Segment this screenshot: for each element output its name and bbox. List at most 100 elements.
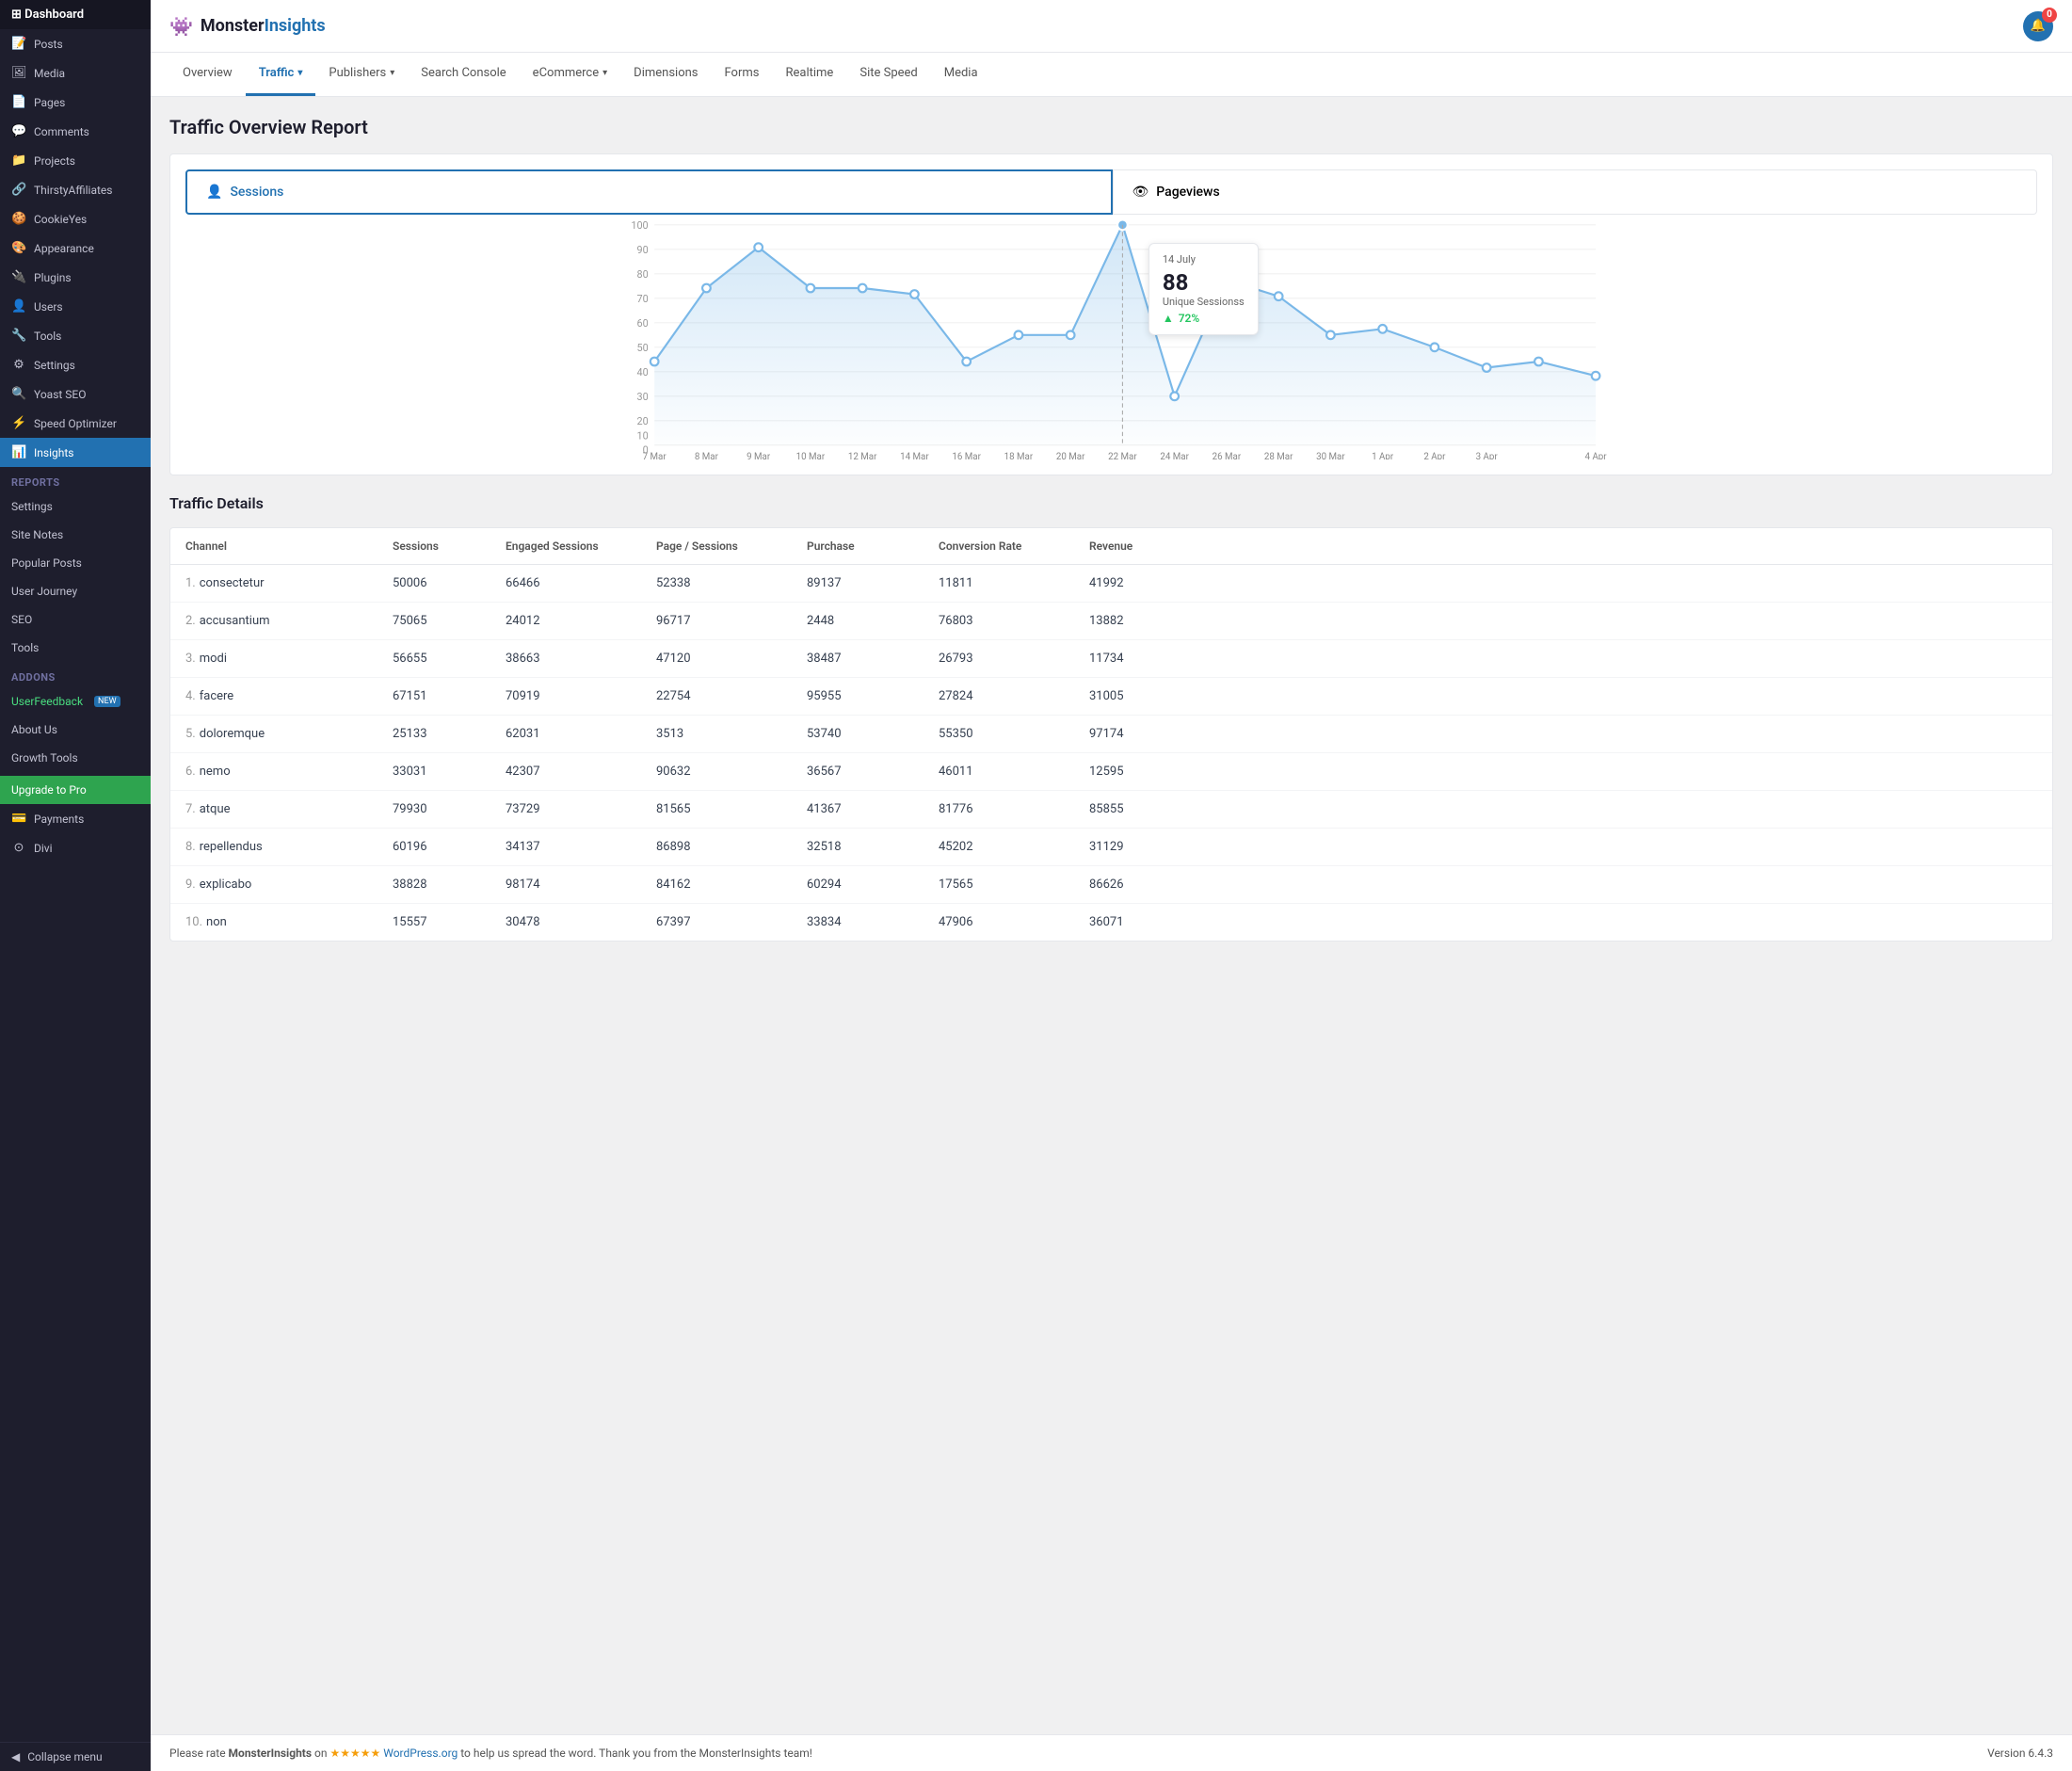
svg-text:30: 30 <box>636 391 648 403</box>
upgrade-button[interactable]: Upgrade to Pro <box>0 776 151 804</box>
tab-searchconsole[interactable]: Search Console <box>408 53 519 96</box>
users-icon: 👤 <box>11 299 26 314</box>
sidebar-item-posts[interactable]: 📝 Posts <box>0 29 151 58</box>
notification-button[interactable]: 🔔 0 <box>2023 11 2053 41</box>
yoastseo-icon: 🔍 <box>11 387 26 401</box>
table-row: 2.accusantium 75065 24012 96717 2448 768… <box>170 603 2052 640</box>
collapse-menu-item[interactable]: ◀ Collapse menu <box>0 1743 151 1771</box>
content-area: Traffic Overview Report 👤 Sessions 👁 Pag… <box>151 97 2072 1734</box>
sidebar-item-payments[interactable]: 💳 Payments <box>0 804 151 833</box>
svg-text:60: 60 <box>636 317 648 330</box>
collapse-icon: ◀ <box>11 1750 20 1763</box>
collapse-menu[interactable]: ◀ Collapse menu <box>0 1742 151 1771</box>
notification-badge: 0 <box>2042 8 2057 23</box>
svg-text:20 Mar: 20 Mar <box>1056 452 1085 459</box>
sidebar-item-media[interactable]: 🖼 Media <box>0 58 151 88</box>
plugins-icon: 🔌 <box>11 270 26 284</box>
svg-text:40: 40 <box>636 366 648 378</box>
tab-publishers[interactable]: Publishers ▾ <box>315 53 408 96</box>
sidebar-item-speedoptimizer[interactable]: ⚡ Speed Optimizer <box>0 409 151 438</box>
sidebar-item-report-tools[interactable]: Tools <box>0 634 151 662</box>
table-row: 1.consectetur 50006 66466 52338 89137 11… <box>170 565 2052 603</box>
svg-text:4 Apr: 4 Apr <box>1585 452 1608 459</box>
pages-icon: 📄 <box>11 95 26 109</box>
tab-dimensions[interactable]: Dimensions <box>620 53 711 96</box>
posts-icon: 📝 <box>11 37 26 51</box>
col-channel: Channel <box>185 539 393 553</box>
sidebar-item-insights[interactable]: 📊 Insights <box>0 438 151 467</box>
svg-text:22 Mar: 22 Mar <box>1108 452 1137 459</box>
sidebar-item-report-settings[interactable]: Settings <box>0 492 151 521</box>
sidebar-item-settings[interactable]: ⚙ Settings <box>0 350 151 379</box>
col-conversion: Conversion Rate <box>939 539 1089 553</box>
speedoptimizer-icon: ⚡ <box>11 416 26 430</box>
sidebar-item-projects[interactable]: 📁 Projects <box>0 146 151 175</box>
divi-icon: ⊙ <box>11 841 26 855</box>
tab-media[interactable]: Media <box>931 53 991 96</box>
traffic-details-section: Traffic Details Channel Sessions Engaged… <box>169 494 2053 942</box>
chart-area: 14 July 88 Unique Sessionss ▲ 72% 100 90… <box>185 215 2037 459</box>
dashboard-icon: ⊞ <box>11 8 22 22</box>
cookieyes-icon: 🍪 <box>11 212 26 226</box>
svg-text:9 Mar: 9 Mar <box>747 452 771 459</box>
svg-text:10: 10 <box>636 429 648 442</box>
tab-ecommerce[interactable]: eCommerce ▾ <box>520 53 620 96</box>
tab-forms[interactable]: Forms <box>712 53 773 96</box>
sidebar-item-tools[interactable]: 🔧 Tools <box>0 321 151 350</box>
logo-text: MonsterInsights <box>201 16 326 36</box>
topbar-right: 🔔 0 <box>2023 11 2053 41</box>
sidebar-item-sitenotes[interactable]: Site Notes <box>0 521 151 549</box>
footer-text: Please rate MonsterInsights on ★★★★★ Wor… <box>169 1747 812 1760</box>
tab-overview[interactable]: Overview <box>169 53 246 96</box>
sidebar-item-userjourney[interactable]: User Journey <box>0 577 151 605</box>
sidebar-item-userfeedback[interactable]: UserFeedback NEW <box>0 687 151 716</box>
svg-text:2 Apr: 2 Apr <box>1423 452 1446 459</box>
sidebar-item-comments[interactable]: 💬 Comments <box>0 117 151 146</box>
media-icon: 🖼 <box>11 66 26 80</box>
wordpress-link[interactable]: WordPress.org <box>383 1747 458 1760</box>
col-sessions: Sessions <box>393 539 506 553</box>
svg-text:7 Mar: 7 Mar <box>643 452 667 459</box>
sidebar-item-aboutus[interactable]: About Us <box>0 716 151 744</box>
svg-text:100: 100 <box>631 219 648 232</box>
tab-sitespeed[interactable]: Site Speed <box>846 53 930 96</box>
table-row: 4.facere 67151 70919 22754 95955 27824 3… <box>170 678 2052 716</box>
svg-text:18 Mar: 18 Mar <box>1004 452 1034 459</box>
sessions-toggle[interactable]: 👤 Sessions <box>185 169 1113 215</box>
pageviews-icon: 👁 <box>1132 185 1149 200</box>
ecommerce-chevron-icon: ▾ <box>602 68 607 78</box>
reports-section-label: Reports <box>0 467 151 492</box>
svg-text:70: 70 <box>636 293 648 305</box>
svg-text:10 Mar: 10 Mar <box>796 452 826 459</box>
table-row: 6.nemo 33031 42307 90632 36567 46011 125… <box>170 753 2052 791</box>
sidebar-header: ⊞ Dashboard <box>0 0 151 29</box>
svg-text:20: 20 <box>636 415 648 427</box>
col-engaged: Engaged Sessions <box>506 539 656 553</box>
sidebar-item-yoastseo[interactable]: 🔍 Yoast SEO <box>0 379 151 409</box>
sidebar-item-pages[interactable]: 📄 Pages <box>0 88 151 117</box>
sidebar-item-users[interactable]: 👤 Users <box>0 292 151 321</box>
sidebar-item-growthtools[interactable]: Growth Tools <box>0 744 151 772</box>
col-page-sessions: Page / Sessions <box>656 539 807 553</box>
svg-text:24 Mar: 24 Mar <box>1160 452 1189 459</box>
sidebar-item-appearance[interactable]: 🎨 Appearance <box>0 233 151 263</box>
appearance-icon: 🎨 <box>11 241 26 255</box>
pageviews-toggle[interactable]: 👁 Pageviews <box>1113 169 2038 215</box>
sidebar-item-seo[interactable]: SEO <box>0 605 151 634</box>
bell-icon: 🔔 <box>2031 19 2046 33</box>
svg-text:14 Mar: 14 Mar <box>900 452 929 459</box>
sidebar-item-thirstyaffiliates[interactable]: 🔗 ThirstyAffiliates <box>0 175 151 204</box>
sidebar-item-popularposts[interactable]: Popular Posts <box>0 549 151 577</box>
projects-icon: 📁 <box>11 153 26 168</box>
svg-text:28 Mar: 28 Mar <box>1264 452 1293 459</box>
svg-text:12 Mar: 12 Mar <box>848 452 877 459</box>
sidebar-item-divi[interactable]: ⊙ Divi <box>0 833 151 862</box>
sidebar: ⊞ Dashboard 📝 Posts 🖼 Media 📄 Pages 💬 Co… <box>0 0 151 1771</box>
sidebar-item-cookieyes[interactable]: 🍪 CookieYes <box>0 204 151 233</box>
tab-traffic[interactable]: Traffic ▾ <box>246 53 316 96</box>
table-row: 7.atque 79930 73729 81565 41367 81776 85… <box>170 791 2052 829</box>
sidebar-item-plugins[interactable]: 🔌 Plugins <box>0 263 151 292</box>
col-purchase: Purchase <box>807 539 939 553</box>
tab-realtime[interactable]: Realtime <box>772 53 846 96</box>
svg-text:80: 80 <box>636 268 648 281</box>
